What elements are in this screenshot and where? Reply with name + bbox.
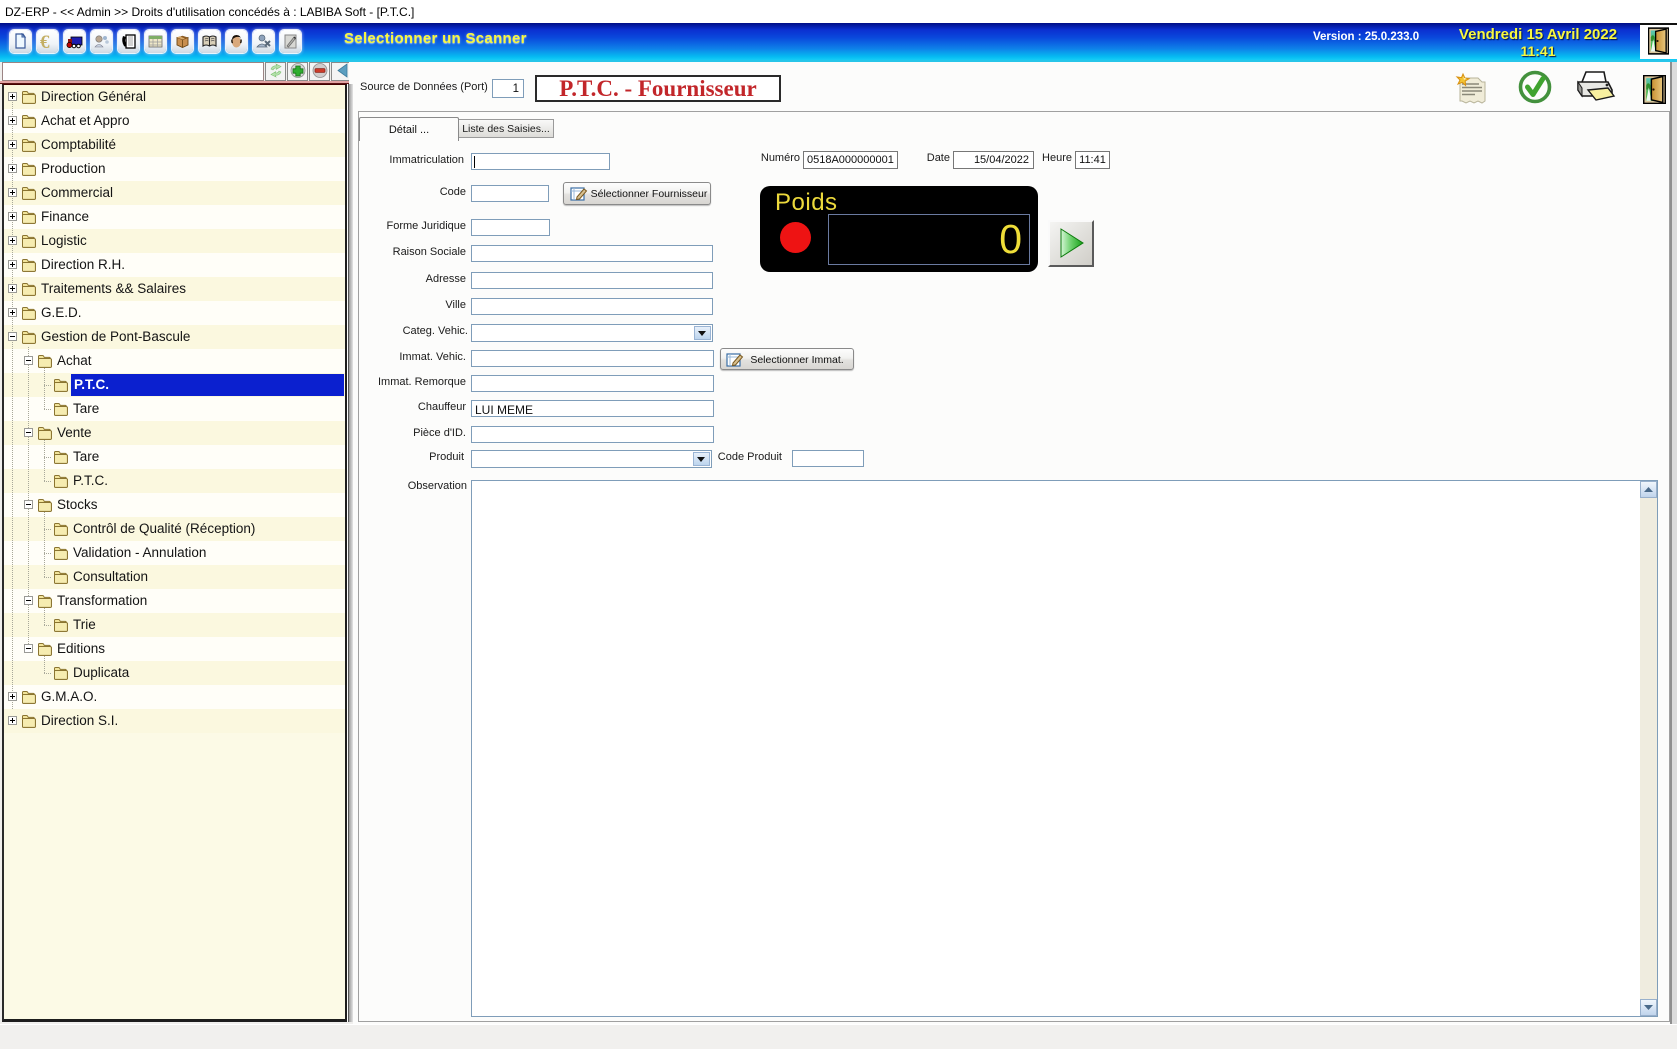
svg-text:€: € xyxy=(40,33,50,50)
